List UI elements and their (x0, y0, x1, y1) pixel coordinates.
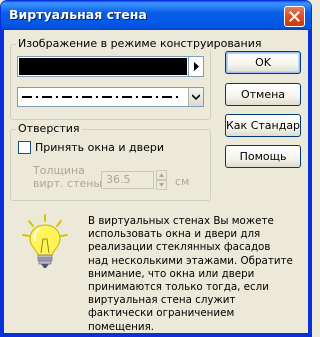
thickness-label-line1: Толщина (33, 164, 85, 177)
thickness-spin-up[interactable] (156, 170, 167, 180)
chevron-down-icon (192, 94, 200, 100)
design-mode-group-label: Изображение в режиме конструирования (16, 37, 264, 50)
thickness-spin-down[interactable] (156, 180, 167, 190)
info-description: В виртуальных стенах Вы можете использов… (88, 215, 293, 333)
accept-openings-checkbox[interactable] (18, 141, 31, 154)
close-button[interactable] (284, 6, 305, 27)
close-icon (289, 11, 300, 22)
window-border-right (308, 30, 311, 336)
window-border-left (1, 30, 4, 336)
dialog-window: Виртуальная стена Изображение в режиме к… (0, 0, 312, 337)
triangle-right-icon (194, 62, 199, 71)
solid-black-swatch (19, 58, 187, 75)
fill-style-combo[interactable] (17, 56, 204, 77)
fill-style-arrow-area[interactable] (188, 57, 203, 76)
openings-group-label: Отверстия (16, 122, 82, 135)
lightbulb-icon (22, 214, 68, 268)
thickness-unit: см (175, 175, 190, 188)
window-title: Виртуальная стена (9, 7, 147, 22)
line-style-dropdown-button[interactable] (188, 88, 203, 106)
help-button[interactable]: Помощь (225, 145, 301, 168)
line-style-combo[interactable] (17, 87, 204, 107)
spin-up-icon (159, 173, 164, 177)
dash-dot-line-swatch (22, 96, 182, 98)
accept-openings-label[interactable]: Принять окна и двери (35, 141, 164, 154)
spin-down-icon (159, 183, 164, 187)
cancel-button[interactable]: Отмена (225, 83, 301, 106)
thickness-input[interactable]: 36.5 (101, 171, 154, 189)
title-bar[interactable]: Виртуальная стена (1, 1, 311, 30)
ok-button[interactable]: OK (225, 51, 301, 74)
thickness-label-line2: вирт. стены: (33, 177, 106, 190)
as-standard-button[interactable]: Как Стандарт (225, 114, 301, 137)
